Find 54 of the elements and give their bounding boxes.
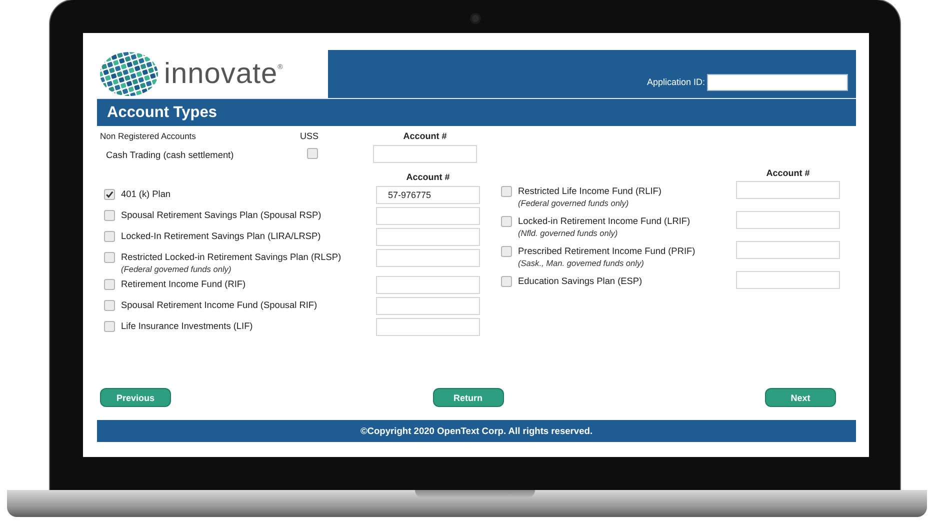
checkbox[interactable]: [104, 279, 115, 290]
account-label: Cash Trading (cash settlement): [105, 149, 235, 162]
account-number-field[interactable]: [373, 145, 477, 163]
account-label: Life Insurance Investments (LIF): [121, 321, 253, 331]
account-number-field[interactable]: [736, 271, 840, 289]
page-title: Account Types: [97, 98, 856, 126]
logo-text: innovate$^{®}$: [164, 58, 284, 90]
application-id-field[interactable]: [707, 74, 848, 91]
checkbox[interactable]: [501, 186, 512, 197]
account-number-field[interactable]: [736, 181, 840, 199]
account-note: (Federal govemed funds only): [121, 264, 232, 274]
account-number-field[interactable]: [376, 249, 480, 267]
account-number-field[interactable]: [376, 318, 480, 336]
account-note: (Sask., Man. govemed funds only): [518, 258, 645, 268]
camera-icon: [470, 13, 481, 24]
column-header: Account #: [402, 131, 448, 141]
account-label: Spousal Retirement Savings Plan (Spousal RSP): [121, 210, 322, 220]
checkbox[interactable]: [501, 246, 512, 257]
account-number-field[interactable]: [736, 211, 840, 229]
checkbox[interactable]: [104, 231, 115, 242]
account-number-field[interactable]: [376, 297, 480, 315]
nav-button[interactable]: Next: [765, 388, 836, 407]
account-label: Restricted Life Income Fund (RLIF): [518, 186, 662, 196]
account-label: Prescribed Retirement Income Fund (PRIF): [518, 246, 696, 256]
column-header: Account #: [405, 172, 451, 184]
checkbox[interactable]: [104, 189, 115, 200]
account-label: Locked-in Retirement Income Fund (LRIF): [518, 216, 690, 226]
account-number-field[interactable]: [736, 241, 840, 259]
checkbox[interactable]: [501, 276, 512, 287]
nav-button[interactable]: Return: [432, 388, 504, 407]
checkbox[interactable]: [104, 300, 115, 311]
account-number-field[interactable]: [376, 276, 480, 294]
column-header: USS: [300, 131, 320, 141]
account-number-field[interactable]: [376, 228, 480, 246]
account-note: (Federal governed funds only): [518, 198, 630, 208]
column-header: Account #: [765, 168, 811, 180]
application-id-label: Application ID:: [646, 77, 705, 89]
account-label: Locked-In Retirement Savings Plan (LIRA/LRSP): [121, 231, 321, 241]
nav-button[interactable]: Previous: [100, 388, 171, 407]
account-label: Retirement Income Fund (RIF): [121, 279, 246, 289]
account-label: 401 (k) Plan: [121, 189, 171, 199]
checkbox[interactable]: [104, 321, 115, 332]
account-note: (Nfld. governed funds only): [518, 228, 619, 238]
checkbox[interactable]: [104, 252, 115, 263]
account-label: Education Savings Plan (ESP): [518, 276, 642, 286]
checkbox[interactable]: [307, 148, 318, 159]
account-number-field[interactable]: [376, 207, 480, 225]
checkbox[interactable]: [104, 210, 115, 221]
account-number-field[interactable]: 57-976775: [376, 186, 480, 204]
copyright-footer: ©Copyright 2020 OpenText Corp. All rights reserved.: [97, 420, 856, 442]
section-heading: Non Registered Accounts: [100, 131, 197, 141]
checkbox[interactable]: [501, 216, 512, 227]
account-label: Spousal Retirement Income Fund (Spousal RIF): [121, 300, 318, 310]
account-label: Restricted Locked-in Retirement Savings Plan (RLSP): [121, 252, 342, 262]
